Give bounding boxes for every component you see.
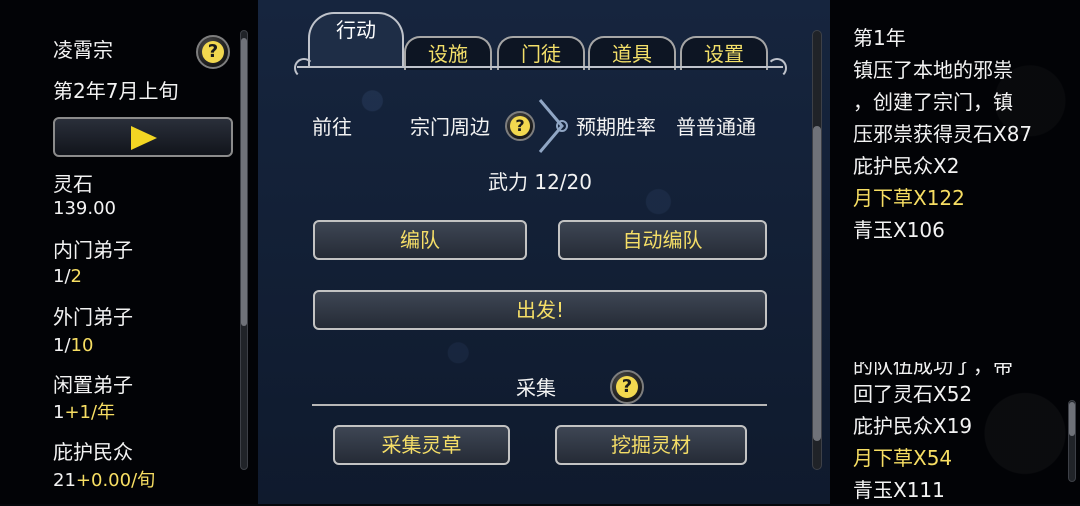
log-line: 镇压了本地的邪祟 xyxy=(853,58,1013,82)
log-line: 月下草X54 xyxy=(853,446,953,470)
formation-button[interactable]: 编队 xyxy=(313,220,527,260)
stat-value-protected-people: 21+0.00/旬 xyxy=(53,470,156,491)
play-icon xyxy=(131,126,157,150)
tab-settings[interactable]: 设置 xyxy=(680,36,768,70)
gather-divider xyxy=(312,404,767,406)
mine-material-button[interactable]: 挖掘灵材 xyxy=(555,425,747,465)
log-line: 压邪祟获得灵石X87 xyxy=(853,122,1033,146)
log-line: 青玉X106 xyxy=(853,218,945,242)
stat-label-protected-people: 庇护民众 xyxy=(53,440,133,464)
log-line: 第1年 xyxy=(853,26,906,50)
stat-label-outer-disciples: 外门弟子 xyxy=(53,305,133,329)
stat-value-spirit-stone: 139.00 xyxy=(53,198,116,219)
force-value: 武力 12/20 xyxy=(488,170,592,194)
question-icon: ? xyxy=(616,376,638,398)
sect-help-button[interactable]: ? xyxy=(196,35,230,69)
middle-scroll-thumb[interactable] xyxy=(813,126,821,441)
stat-value-inner-disciples: 1/2 xyxy=(53,266,82,287)
gather-section-title: 采集 xyxy=(516,376,556,400)
destination-label: 宗门周边 xyxy=(410,115,490,139)
go-label: 前往 xyxy=(312,115,352,139)
stat-value-outer-disciples: 1/10 xyxy=(53,335,94,356)
auto-formation-button[interactable]: 自动编队 xyxy=(558,220,767,260)
expected-win-label: 预期胜率 xyxy=(576,115,656,139)
expected-win-value: 普普通通 xyxy=(676,115,756,139)
stat-value-idle-disciples: 1+1/年 xyxy=(53,402,116,423)
gather-herb-button[interactable]: 采集灵草 xyxy=(333,425,510,465)
log-line: 青玉X111 xyxy=(853,478,945,502)
log-line: 庇护民众X2 xyxy=(853,154,960,178)
tab-items[interactable]: 道具 xyxy=(588,36,676,70)
log-line: 月下草X122 xyxy=(853,186,965,210)
question-icon: ? xyxy=(202,41,224,63)
stat-label-spirit-stone: 灵石 xyxy=(53,172,93,196)
stat-label-inner-disciples: 内门弟子 xyxy=(53,238,133,262)
stat-label-idle-disciples: 闲置弟子 xyxy=(53,373,133,397)
gather-help-button[interactable]: ? xyxy=(610,370,644,404)
destination-help-button[interactable]: ? xyxy=(505,111,535,141)
tab-divider xyxy=(297,66,783,68)
next-turn-button[interactable] xyxy=(53,117,233,157)
left-scroll-thumb[interactable] xyxy=(241,38,247,326)
sect-name: 凌霄宗 xyxy=(53,38,113,62)
right-ornament xyxy=(767,58,787,78)
right-scroll-thumb[interactable] xyxy=(1069,402,1075,436)
tab-action[interactable]: 行动 xyxy=(308,12,404,68)
question-icon: ? xyxy=(510,116,530,136)
tab-disciples[interactable]: 门徒 xyxy=(497,36,585,70)
current-date: 第2年7月上旬 xyxy=(53,79,179,103)
left-ornament xyxy=(294,58,314,78)
log-line: 回了灵石X52 xyxy=(853,382,973,406)
depart-button[interactable]: 出发! xyxy=(313,290,767,330)
log-line: ，创建了宗门，镇 xyxy=(853,90,1013,114)
decorative-arrow-icon xyxy=(538,99,568,153)
log-line: 庇护民众X19 xyxy=(853,414,973,438)
tab-facilities[interactable]: 设施 xyxy=(404,36,492,70)
